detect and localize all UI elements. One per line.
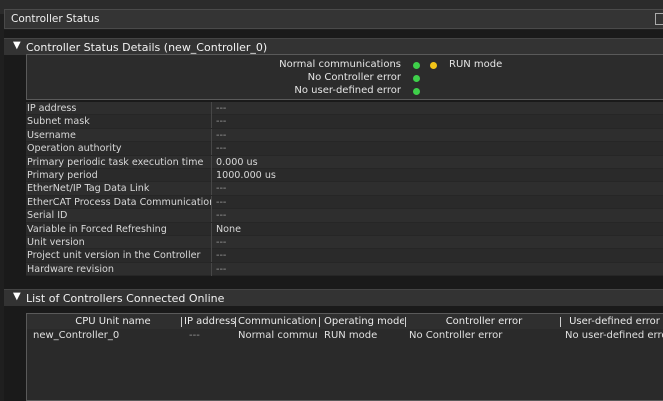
property-key: Hardware revision xyxy=(26,262,212,276)
collapse-triangle-icon[interactable]: ▼ xyxy=(13,40,21,51)
list-section-header[interactable]: ▼ List of Controllers Connected Online xyxy=(4,289,663,306)
property-key: Primary period xyxy=(26,168,212,182)
property-row[interactable]: Unit version --- xyxy=(26,235,663,250)
run-mode-yellow-led-icon xyxy=(430,62,437,69)
property-row[interactable]: IP address --- xyxy=(26,102,663,116)
cell-user-defined-error: No user-defined error xyxy=(565,330,663,341)
panel-restore-button[interactable] xyxy=(655,13,663,25)
column-header-communications[interactable]: Communications xyxy=(238,316,317,327)
property-key: IP address xyxy=(26,102,212,115)
property-row[interactable]: Serial ID --- xyxy=(26,209,663,223)
property-row[interactable]: Hardware revision --- xyxy=(26,262,663,277)
property-row[interactable]: EtherCAT Process Data Communications --- xyxy=(26,195,663,210)
property-value: --- xyxy=(216,196,227,208)
status-indicator-box: Normal communications RUN mode No Contro… xyxy=(26,54,663,100)
column-header-ip-address[interactable]: IP address xyxy=(184,316,235,327)
property-row[interactable]: Subnet mask --- xyxy=(26,115,663,129)
details-section-title: Controller Status Details (new_Controlle… xyxy=(26,41,268,54)
property-key: EtherCAT Process Data Communications xyxy=(27,195,212,209)
property-value: --- xyxy=(216,210,227,222)
property-row[interactable]: Operation authority --- xyxy=(26,142,663,156)
column-separator[interactable] xyxy=(235,317,236,327)
column-separator[interactable] xyxy=(405,317,406,327)
property-value: --- xyxy=(216,250,227,262)
property-row[interactable]: Project unit version in the Controller --… xyxy=(26,249,663,263)
property-key: Username xyxy=(26,128,212,142)
table-row[interactable]: new_Controller_0 --- Normal communicatio… xyxy=(27,330,663,343)
property-key: Variable in Forced Refreshing xyxy=(26,222,212,236)
property-value: --- xyxy=(216,143,227,155)
column-header-controller-error[interactable]: Controller error xyxy=(409,316,559,327)
status-row-user-error: No user-defined error xyxy=(26,85,663,99)
details-section-header[interactable]: ▼ Controller Status Details (new_Control… xyxy=(4,38,663,55)
property-value: --- xyxy=(216,116,227,128)
property-key: Serial ID xyxy=(26,209,212,223)
panel-title: Controller Status xyxy=(11,13,100,25)
status-row-controller-error: No Controller error xyxy=(26,72,663,86)
collapse-triangle-icon[interactable]: ▼ xyxy=(13,291,21,302)
status-row-communications: Normal communications RUN mode xyxy=(26,59,663,73)
property-row[interactable]: Primary period 1000.000 us xyxy=(26,168,663,183)
property-row[interactable]: Primary periodic task execution time 0.00… xyxy=(26,155,663,169)
user-error-status-label: No user-defined error xyxy=(294,85,401,96)
cell-controller-error: No Controller error xyxy=(409,330,503,341)
property-value: --- xyxy=(216,236,227,248)
property-value: --- xyxy=(216,103,227,114)
property-value: None xyxy=(216,223,242,235)
controller-error-green-led-icon xyxy=(413,75,420,82)
run-mode-label: RUN mode xyxy=(449,59,503,70)
property-row[interactable]: EtherNet/IP Tag Data Link --- xyxy=(26,182,663,196)
property-key: Project unit version in the Controller xyxy=(26,249,212,263)
column-header-operating-mode[interactable]: Operating mode xyxy=(324,316,404,327)
column-separator[interactable] xyxy=(319,317,320,327)
property-row[interactable]: Username --- xyxy=(26,128,663,143)
controller-properties-grid: IP address --- Subnet mask --- Username --- Op… xyxy=(26,102,663,277)
property-value: 0.000 us xyxy=(216,156,258,168)
cell-cpu-unit-name: new_Controller_0 xyxy=(33,330,120,341)
property-key: EtherNet/IP Tag Data Link xyxy=(26,182,212,196)
cell-ip-address: --- xyxy=(189,330,200,341)
property-value: --- xyxy=(216,129,227,141)
column-separator[interactable] xyxy=(181,317,182,327)
column-header-user-defined-error[interactable]: User-defined error xyxy=(565,316,663,327)
column-header-cpu-unit-name[interactable]: CPU Unit name xyxy=(45,316,181,327)
connected-controllers-table: CPU Unit name IP address Communications … xyxy=(26,313,663,401)
property-key: Primary periodic task execution time xyxy=(26,155,212,169)
property-key: Subnet mask xyxy=(26,115,212,129)
property-value: --- xyxy=(216,183,227,195)
cell-communications: Normal communications xyxy=(238,330,317,341)
controller-error-status-label: No Controller error xyxy=(307,72,401,83)
property-row[interactable]: Variable in Forced Refreshing None xyxy=(26,222,663,236)
property-key: Unit version xyxy=(26,235,212,249)
property-value: --- xyxy=(216,263,227,275)
table-header: CPU Unit name IP address Communications … xyxy=(27,314,663,329)
user-error-green-led-icon xyxy=(413,88,420,95)
property-key: Operation authority xyxy=(26,142,212,156)
column-separator[interactable] xyxy=(560,317,561,327)
controller-status-panel-header: Controller Status xyxy=(4,9,663,29)
list-section-title: List of Controllers Connected Online xyxy=(26,292,225,305)
property-value: 1000.000 us xyxy=(216,169,276,181)
communications-green-led-icon xyxy=(413,62,420,69)
cell-operating-mode: RUN mode xyxy=(324,330,378,341)
communications-status-label: Normal communications xyxy=(279,59,401,70)
